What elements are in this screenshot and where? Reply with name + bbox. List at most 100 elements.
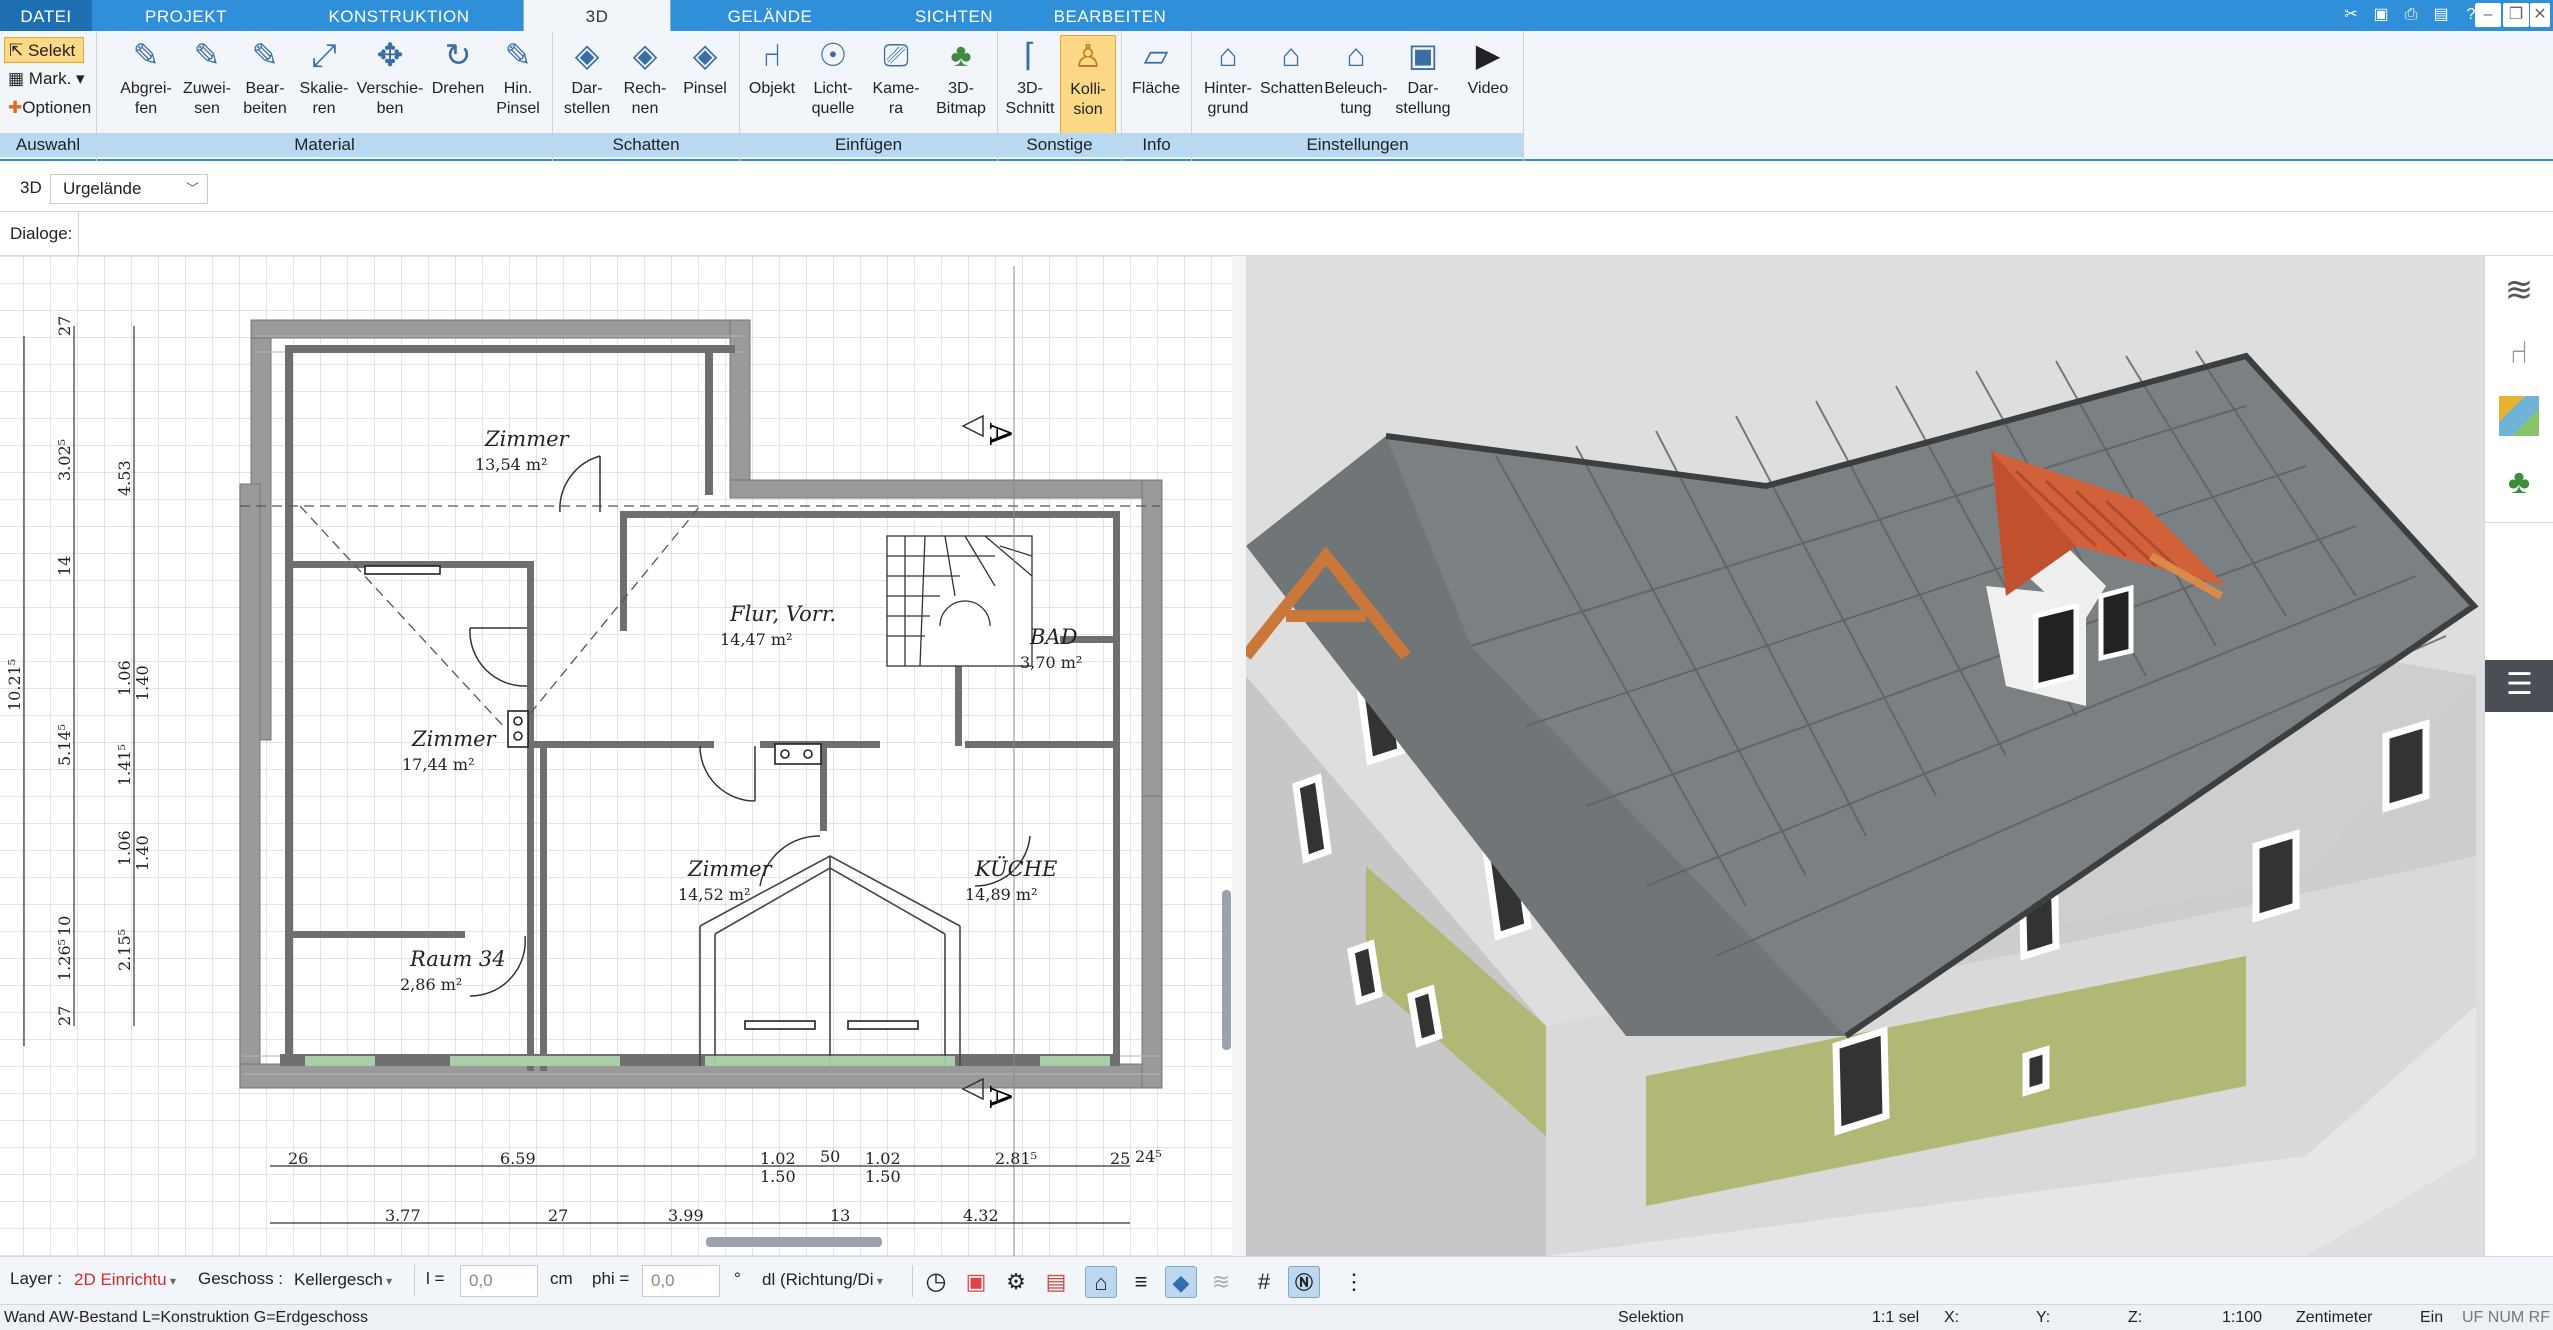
length-input[interactable]: 0,0 xyxy=(460,1265,538,1297)
group-schatten: ◈ Dar-stellen ◈ Rech-nen ◈ Pinsel Schatten xyxy=(553,31,740,161)
mark-button[interactable]: ▦ Mark. ▾ xyxy=(4,66,94,92)
ribbon-tab-bar: DATEI PROJEKT KONSTRUKTION 3D GELÄNDE SI… xyxy=(0,0,2553,31)
plane-icon[interactable]: ◆ xyxy=(1165,1266,1197,1298)
angle-input[interactable]: 0,0 xyxy=(642,1265,720,1297)
einstellungen-button-4[interactable]: ▶ Video xyxy=(1462,35,1514,135)
materials-icon[interactable] xyxy=(2499,396,2539,436)
einstellungen-button-label: grund xyxy=(1207,100,1249,117)
move-icon: ✥ xyxy=(376,37,404,73)
window-icon[interactable]: ▣ xyxy=(2368,3,2394,27)
optionen-button[interactable]: ✚Optionen xyxy=(4,95,96,121)
layer-stack-icon[interactable]: ▤ xyxy=(1040,1266,1072,1298)
einfuegen-button-3[interactable]: ♣ 3D- Bitmap xyxy=(930,35,992,135)
schatten-button-2[interactable]: ◈ Pinsel xyxy=(675,35,735,135)
tab-projekt[interactable]: PROJEKT xyxy=(118,0,254,31)
3d-house-render[interactable] xyxy=(1246,256,2484,1256)
material-button-2[interactable]: ✎ Bear-beiten xyxy=(237,35,293,135)
print-icon[interactable]: ⎙ xyxy=(2398,3,2424,27)
horizontal-scrollbar[interactable] xyxy=(706,1237,882,1247)
menu-icon[interactable]: ☰ xyxy=(2485,660,2553,712)
clock-icon[interactable]: ◷ xyxy=(920,1266,952,1298)
layout-icon[interactable]: ▤ xyxy=(2428,3,2454,27)
room-name: Raum 34 xyxy=(409,947,506,971)
tab-3d[interactable]: 3D xyxy=(523,0,671,31)
direction-select[interactable]: dl (Richtung/Di ▾ xyxy=(754,1265,904,1297)
sonstige-button-label: sion xyxy=(1073,101,1103,118)
sonstige-button-1[interactable]: ♙ Kolli-sion xyxy=(1060,35,1116,135)
group-sonstige: ⌈ 3D- Schnitt ♙ Kolli-sion Sonstige xyxy=(998,31,1122,161)
status-y: Y: xyxy=(2036,1309,2051,1326)
status-flags: UF NUM RF xyxy=(2462,1309,2550,1326)
einstellungen-button-3[interactable]: ▣ Dar-stellung xyxy=(1390,35,1456,135)
more-icon[interactable]: ⋮ xyxy=(1338,1266,1370,1298)
info-button-0[interactable]: ▱ Fläche xyxy=(1128,35,1184,135)
material-button-1[interactable]: ✎ Zuwei-sen xyxy=(179,35,235,135)
material-button-6[interactable]: ✎ Hin. Pinsel xyxy=(489,35,547,135)
einfuegen-button-0[interactable]: ⑁ Objekt xyxy=(744,35,800,135)
material-button-label: Drehen xyxy=(431,80,485,97)
einstellungen-button-label: Video xyxy=(1467,80,1509,97)
tree-icon[interactable]: ♣ xyxy=(2499,462,2539,502)
staircase[interactable] xyxy=(886,535,1033,667)
section-label: A xyxy=(982,1085,1017,1108)
tab-bearbeiten[interactable]: BEARBEITEN xyxy=(1040,0,1180,31)
dimension-text: 1.02 xyxy=(760,1149,796,1168)
einfuegen-button-2[interactable]: ⎚ Kame-ra xyxy=(866,35,926,135)
tab-gelaende[interactable]: GELÄNDE xyxy=(700,0,840,31)
sonstige-button-0[interactable]: ⌈ 3D- Schnitt xyxy=(1002,35,1058,135)
close-icon[interactable]: ✕ xyxy=(2530,3,2550,27)
status-z: Z: xyxy=(2128,1309,2143,1326)
selekt-button[interactable]: ⇱ Selekt xyxy=(4,37,84,63)
minimize-icon[interactable]: – xyxy=(2475,3,2501,27)
einstellungen-button-0[interactable]: ⌂ Hinter-grund xyxy=(1198,35,1258,135)
angle-label: phi = xyxy=(592,1269,630,1288)
tools-icon[interactable]: ✂ xyxy=(2338,3,2364,27)
layers-icon[interactable]: ≋ xyxy=(2499,270,2539,310)
floor-plan-canvas[interactable]: A A Zimmer 13,54 m² Flur, Vorr. 14,47 m² BAD… xyxy=(0,256,1232,1256)
play-icon: ▶ xyxy=(1475,37,1501,73)
monitor-icon[interactable]: ▣ xyxy=(960,1266,992,1298)
dimension-text: 1.26⁵ xyxy=(55,939,74,981)
vertical-scrollbar[interactable] xyxy=(1222,890,1231,1050)
chair-icon[interactable]: ⑁ xyxy=(2499,332,2539,372)
brush-icon: ✎ xyxy=(132,37,160,73)
wall-icon[interactable]: ≡ xyxy=(1125,1266,1157,1298)
dimension-text: 1.02 xyxy=(865,1149,901,1168)
status-scale: 1:100 xyxy=(2222,1309,2263,1326)
robot-icon[interactable]: ⚙ xyxy=(1000,1266,1032,1298)
terrain-select[interactable]: Urgelände ﹀ xyxy=(50,174,208,204)
brush-icon: ✎ xyxy=(193,37,221,73)
material-button-3[interactable]: ⤢ Skalie-ren xyxy=(293,35,355,135)
grid-icon[interactable]: # xyxy=(1248,1266,1280,1298)
roof-icon[interactable]: ⌂ xyxy=(1085,1266,1117,1298)
schatten-button-0[interactable]: ◈ Dar-stellen xyxy=(559,35,615,135)
north-icon[interactable]: Ⓝ xyxy=(1288,1266,1320,1298)
tab-sichten[interactable]: SICHTEN xyxy=(880,0,1028,31)
material-button-4[interactable]: ✥ Verschie-ben xyxy=(355,35,425,135)
material-button-5[interactable]: ↻ Drehen xyxy=(427,35,489,135)
tab-datei[interactable]: DATEI xyxy=(0,0,92,31)
floor-plan-view[interactable]: A A Zimmer 13,54 m² Flur, Vorr. 14,47 m² BAD… xyxy=(0,256,1232,1256)
schatten-button-1[interactable]: ◈ Rech-nen xyxy=(617,35,673,135)
cube-icon: ◈ xyxy=(632,37,658,73)
sonstige-button-label: Schnitt xyxy=(1005,100,1055,117)
restore-icon[interactable]: ❐ xyxy=(2503,3,2529,27)
group-info: ▱ Fläche Info xyxy=(1122,31,1192,161)
geschoss-select[interactable]: Kellergesch ▾ xyxy=(286,1265,400,1297)
room-name: Flur, Vorr. xyxy=(729,602,836,626)
einstellungen-button-1[interactable]: ⌂ Schatten xyxy=(1260,35,1323,135)
sonstige-button-label: Kolli- xyxy=(1070,81,1106,98)
material-button-0[interactable]: ✎ Abgrei-fen xyxy=(117,35,175,135)
bulb-icon: ☉ xyxy=(818,37,848,73)
layer-select[interactable]: 2D Einrichtu ▾ xyxy=(66,1265,184,1297)
tab-konstruktion[interactable]: KONSTRUKTION xyxy=(320,0,478,31)
einfuegen-button-1[interactable]: ☉ Licht-quelle xyxy=(802,35,864,135)
splitter[interactable] xyxy=(1232,256,1246,1256)
chair-icon: ⑁ xyxy=(762,37,782,73)
group-label-material: Material xyxy=(97,133,552,157)
surface-icon[interactable]: ≋ xyxy=(1205,1266,1237,1298)
material-button-label: Skalie- xyxy=(299,80,349,97)
3d-view[interactable] xyxy=(1246,256,2484,1256)
einstellungen-button-2[interactable]: ⌂ Beleuch-tung xyxy=(1324,35,1388,135)
room-area: 14,89 m² xyxy=(965,885,1037,904)
